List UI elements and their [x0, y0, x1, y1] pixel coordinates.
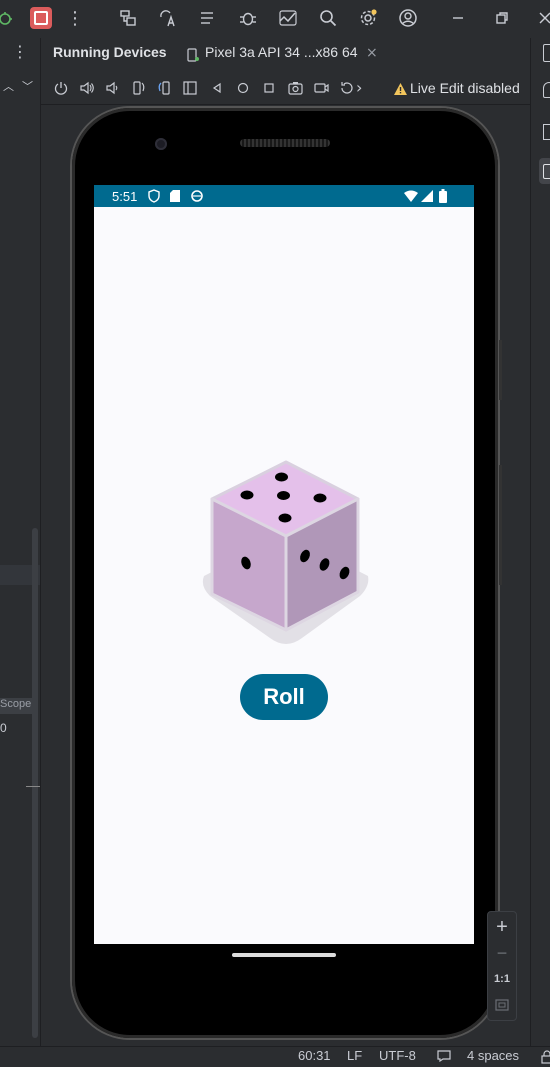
- comment-icon[interactable]: [437, 1050, 451, 1065]
- device-screen[interactable]: 5:51 Roll: [94, 185, 474, 944]
- indent-setting[interactable]: 4 spaces: [467, 1048, 519, 1063]
- file-encoding[interactable]: UTF-8: [379, 1048, 416, 1063]
- more-options-icon[interactable]: ⋮: [60, 3, 90, 33]
- fit-screen-button[interactable]: [489, 992, 515, 1018]
- minimize-icon[interactable]: [443, 3, 473, 33]
- line-ending[interactable]: LF: [347, 1048, 362, 1063]
- battery-icon: [439, 189, 447, 206]
- account-icon[interactable]: [393, 3, 423, 33]
- overview-icon[interactable]: [261, 80, 277, 100]
- power-icon[interactable]: [53, 80, 69, 100]
- device-tab[interactable]: Pixel 3a API 34 ...x86 64 ×: [173, 38, 386, 74]
- build-icon[interactable]: [193, 3, 223, 33]
- screen-record-icon[interactable]: [313, 80, 330, 100]
- warning-icon: [393, 81, 408, 100]
- zoom-out-button[interactable]: −: [489, 940, 515, 966]
- back-icon[interactable]: [209, 80, 225, 100]
- screenshot-icon[interactable]: [287, 80, 304, 100]
- device-tab-icon: [187, 47, 199, 62]
- collapse-up-icon[interactable]: ︿: [3, 78, 14, 94]
- volume-side-button: [499, 465, 502, 585]
- android-status-bar: 5:51: [94, 185, 474, 207]
- stop-button[interactable]: [26, 3, 56, 33]
- editor-divider: [26, 786, 40, 787]
- scope-label: Scope: [0, 698, 38, 714]
- main-toolbar: ⋮: [0, 0, 550, 39]
- lock-icon[interactable]: [541, 1050, 550, 1064]
- settings-gear-icon[interactable]: [353, 3, 383, 33]
- home-icon[interactable]: [235, 80, 251, 100]
- gradle-icon[interactable]: [543, 124, 550, 140]
- search-icon[interactable]: [313, 3, 343, 33]
- profiler-icon[interactable]: [273, 3, 303, 33]
- debug-icon[interactable]: [0, 3, 20, 33]
- shield-icon: [148, 189, 160, 206]
- left-editor-panel: ⋮ ︿ ﹀ Scope 0: [0, 38, 41, 1046]
- scope-value: 0: [0, 721, 7, 735]
- zoom-controls: + − 1:1: [487, 911, 517, 1021]
- cursor-position[interactable]: 60:31: [298, 1048, 331, 1063]
- expand-down-icon[interactable]: ﹀: [22, 78, 33, 94]
- live-edit-status[interactable]: Live Edit disabled: [410, 80, 520, 96]
- sd-card-icon: [170, 190, 180, 205]
- close-tab-icon[interactable]: ×: [366, 45, 378, 61]
- phone-icon: [543, 164, 550, 179]
- volume-down-icon[interactable]: [104, 80, 120, 100]
- cellular-signal-icon: [421, 190, 433, 205]
- bug-icon[interactable]: [233, 3, 263, 33]
- left-more-icon[interactable]: ⋮: [12, 42, 28, 61]
- fit-screen-icon: [495, 999, 509, 1011]
- device-manager-icon[interactable]: [543, 44, 550, 62]
- fold-icon[interactable]: [182, 80, 198, 100]
- zoom-in-button[interactable]: +: [489, 914, 515, 940]
- gesture-nav-bar[interactable]: [232, 953, 336, 957]
- ide-status-bar: 60:31 LF UTF-8 4 spaces: [0, 1046, 550, 1067]
- device-controls-toolbar: › Live Edit disabled: [41, 72, 530, 105]
- running-devices-tool-button[interactable]: [539, 158, 550, 184]
- actual-size-button[interactable]: 1:1: [489, 966, 515, 992]
- power-side-button: [499, 340, 502, 400]
- tool-window-title: Running Devices: [53, 44, 167, 60]
- rotate-right-icon[interactable]: [156, 80, 172, 100]
- translations-icon[interactable]: [153, 3, 183, 33]
- restore-icon[interactable]: [487, 3, 517, 33]
- front-camera-icon: [155, 138, 167, 150]
- sync-project-icon[interactable]: [113, 3, 143, 33]
- earpiece-speaker: [240, 139, 330, 147]
- volume-up-icon[interactable]: [79, 80, 95, 100]
- stop-icon: [30, 7, 52, 29]
- status-time: 5:51: [112, 189, 138, 204]
- right-tool-strip: [530, 38, 550, 1046]
- chevron-right-icon[interactable]: ›: [356, 78, 362, 97]
- rotate-left-icon[interactable]: [131, 80, 147, 100]
- notifications-icon[interactable]: [543, 82, 550, 98]
- dice-image: [200, 458, 370, 652]
- left-scrollbar[interactable]: [32, 528, 38, 1038]
- device-tab-label: Pixel 3a API 34 ...x86 64: [205, 44, 358, 60]
- reset-icon[interactable]: [339, 80, 355, 100]
- roll-button[interactable]: Roll: [240, 674, 328, 720]
- close-window-icon[interactable]: [530, 3, 550, 33]
- android-face-icon: [191, 190, 203, 205]
- wifi-icon: [404, 190, 418, 205]
- running-devices-header: Running Devices Pixel 3a API 34 ...x86 6…: [41, 38, 530, 74]
